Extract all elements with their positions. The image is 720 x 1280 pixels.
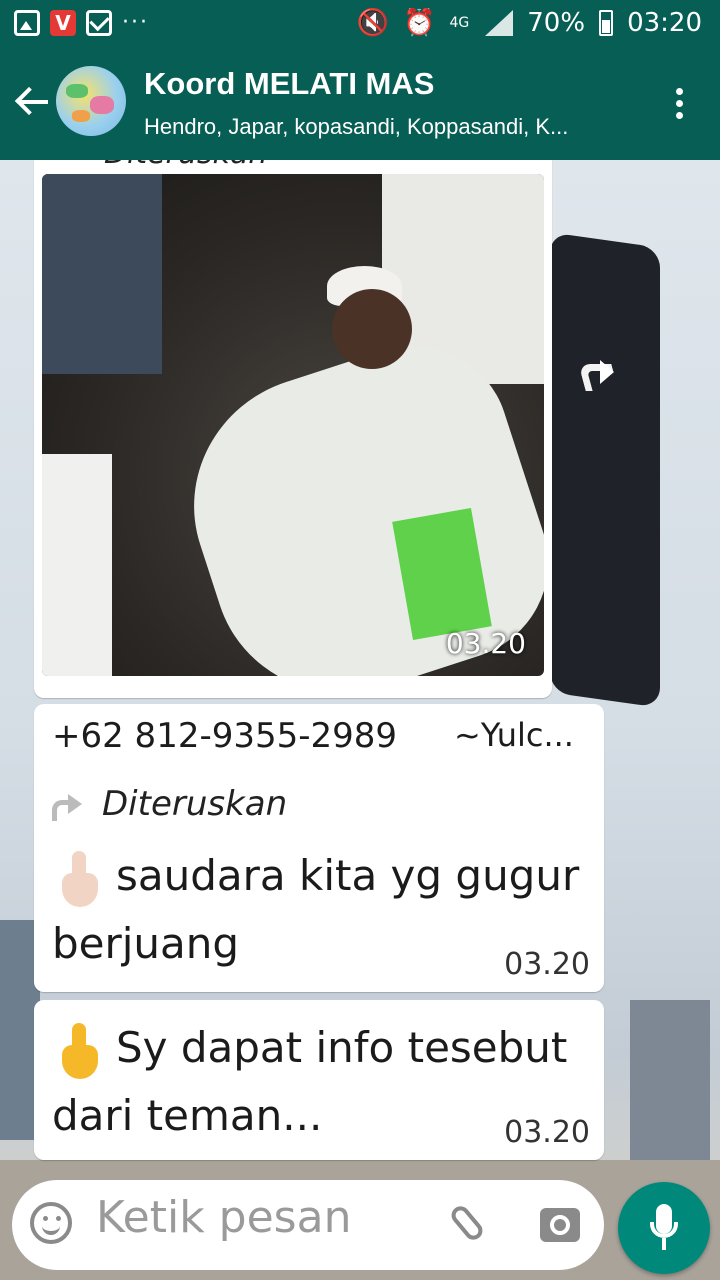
- message-text-line: dari teman...: [52, 1091, 323, 1140]
- image-message[interactable]: Diteruskan 03.20: [34, 160, 552, 698]
- sender-phone[interactable]: +62 812-9355-2989: [52, 716, 397, 756]
- network-type: 4G: [449, 15, 470, 31]
- pointing-up-emoji-icon: [52, 850, 108, 907]
- battery-percent: 70%: [527, 8, 586, 38]
- emoji-icon[interactable]: [30, 1202, 72, 1244]
- message-text-line: saudara kita yg gugur: [52, 844, 579, 908]
- battery-icon: [599, 10, 614, 36]
- wallpaper-flag: [550, 232, 660, 708]
- message-text-line: Sy dapat info tesebut: [52, 1016, 567, 1080]
- forwarded-label: Diteruskan: [102, 784, 288, 824]
- message-text: saudara kita yg gugur: [116, 851, 580, 900]
- status-bar: V ··· 🔇 ⏰ 4G 70% 03:20: [0, 0, 720, 48]
- back-arrow-icon[interactable]: [14, 84, 50, 120]
- overflow-menu-icon[interactable]: [676, 88, 684, 120]
- pointing-up-emoji-icon: [52, 1022, 108, 1079]
- forwarded-icon: [52, 793, 88, 821]
- group-members[interactable]: Hendro, Japar, kopasandi, Koppasandi, K.…: [144, 114, 644, 140]
- message-text-line: berjuang: [52, 919, 240, 968]
- signal-icon: [483, 10, 514, 36]
- forward-icon[interactable]: [578, 356, 622, 396]
- text-message[interactable]: Sy dapat info tesebut dari teman... 03.2…: [34, 1000, 604, 1160]
- message-time: 03.20: [504, 947, 590, 982]
- mute-icon: 🔇: [356, 8, 390, 38]
- forwarded-row: Diteruskan: [52, 784, 287, 824]
- clock: 03:20: [627, 8, 702, 38]
- sender-name: ~Yulc...: [454, 716, 574, 754]
- camera-icon[interactable]: [540, 1208, 580, 1242]
- chat-header: Koord MELATI MAS Hendro, Japar, kopasand…: [0, 48, 720, 160]
- message-time: 03.20: [504, 1115, 590, 1150]
- vivaldi-notification-icon: V: [50, 10, 76, 36]
- forwarded-label: Diteruskan: [104, 160, 267, 171]
- message-input[interactable]: Ketik pesan: [96, 1192, 351, 1243]
- chat-area[interactable]: Diteruskan 03.20 +62 812-9355-2989 ~Yulc…: [0, 160, 720, 1280]
- text-message[interactable]: +62 812-9355-2989 ~Yulc... Diteruskan sa…: [34, 704, 604, 992]
- message-time: 03.20: [445, 627, 526, 660]
- message-text: Sy dapat info tesebut: [116, 1023, 568, 1072]
- voice-message-button[interactable]: [618, 1182, 710, 1274]
- message-input-bar: Ketik pesan: [12, 1180, 604, 1270]
- more-notifications-icon: ···: [122, 10, 149, 35]
- alarm-icon: ⏰: [403, 8, 436, 38]
- message-photo[interactable]: 03.20: [42, 174, 544, 676]
- attachment-icon[interactable]: [447, 1202, 487, 1244]
- gallery-notification-icon: [14, 10, 40, 36]
- group-title[interactable]: Koord MELATI MAS: [144, 66, 434, 102]
- mail-notification-icon: [86, 10, 112, 36]
- wallpaper-building: [630, 1000, 710, 1180]
- group-avatar[interactable]: [56, 66, 126, 136]
